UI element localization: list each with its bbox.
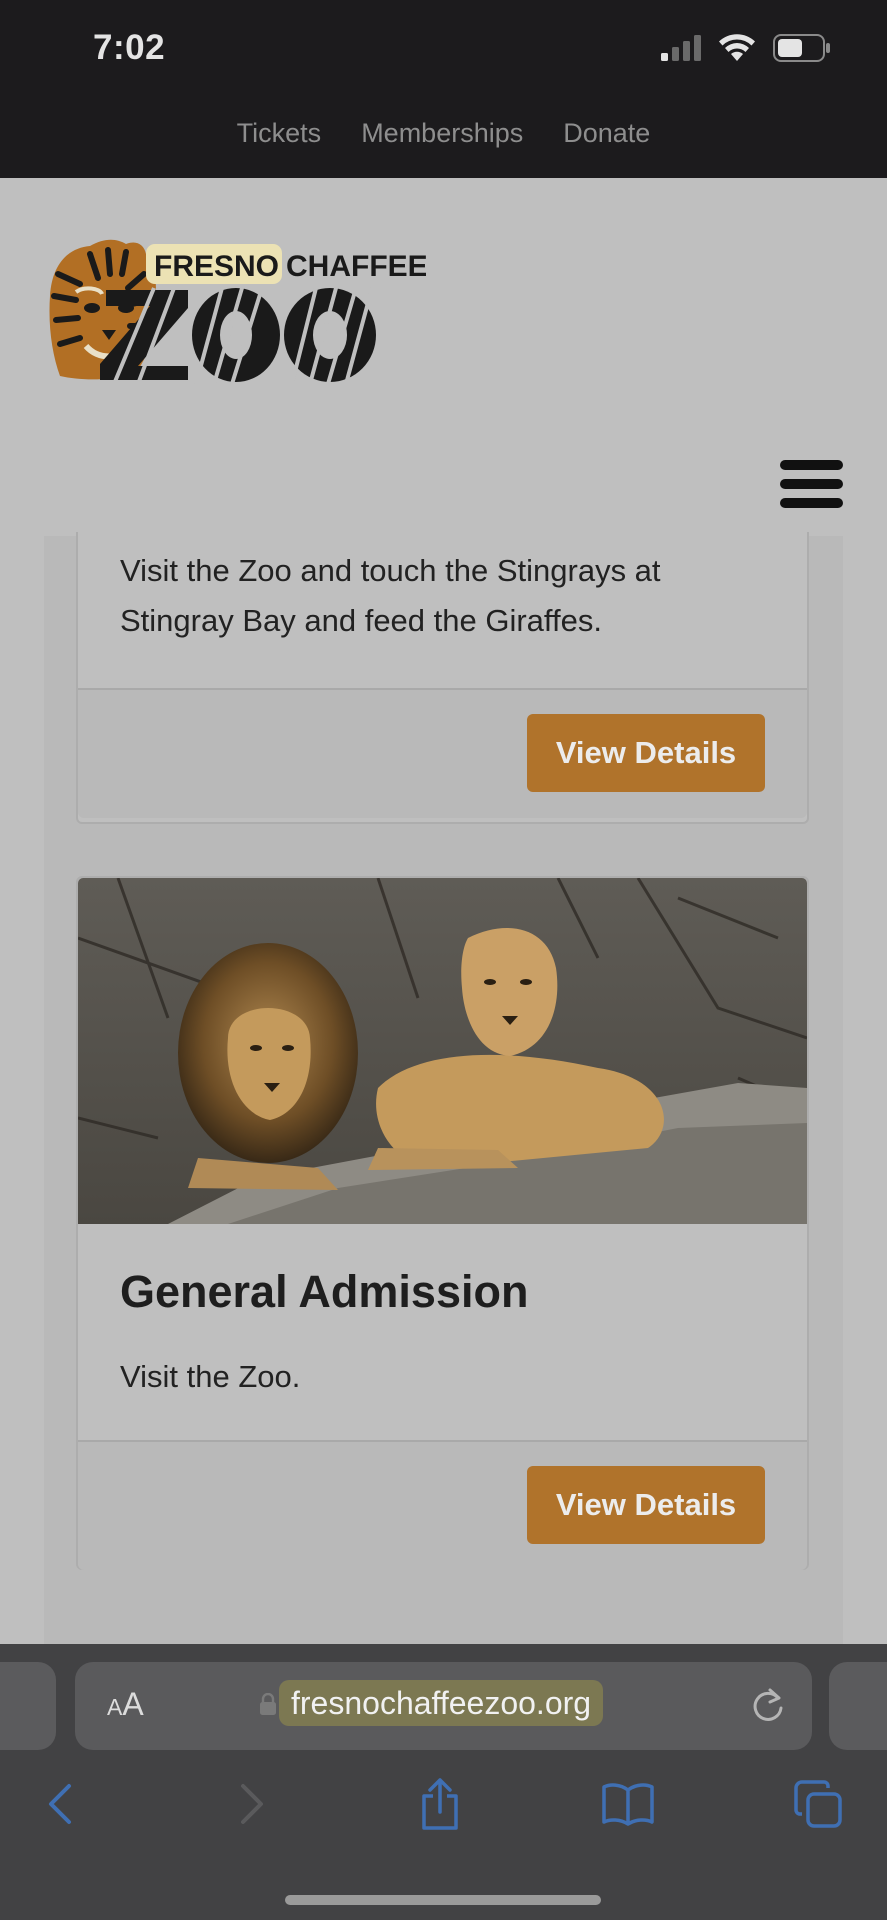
reader-settings-button[interactable]: AA [107, 1686, 144, 1723]
top-bar: 7:02 Tickets Memberships Donate [0, 0, 887, 178]
address-bar[interactable]: AA fresnochaffeezoo.org [75, 1662, 812, 1750]
hamburger-line [780, 498, 843, 508]
home-indicator [285, 1895, 601, 1905]
ticket-card-stingray-giraffe: Visit the Zoo and touch the Stingrays at… [76, 532, 809, 824]
reload-icon[interactable] [750, 1686, 786, 1724]
view-details-button[interactable]: View Details [527, 714, 765, 792]
back-icon[interactable] [30, 1774, 90, 1834]
fresno-chaffee-zoo-logo[interactable]: FRESNO CHAFFEE [46, 234, 426, 384]
next-tab-preview[interactable] [829, 1662, 887, 1750]
top-nav: Tickets Memberships Donate [0, 118, 887, 149]
hamburger-line [780, 460, 843, 470]
logo-chaffee-text: CHAFFEE [286, 250, 426, 283]
hamburger-line [780, 479, 843, 489]
card-description: Visit the Zoo and touch the Stingrays at… [120, 553, 661, 638]
tabs-icon[interactable] [788, 1774, 848, 1834]
card-footer: View Details [78, 688, 807, 818]
ticket-card-general-admission: General Admission Visit the Zoo. View De… [76, 876, 809, 1570]
logo-zoo-wordmark [100, 287, 376, 384]
cellular-signal-icon [661, 35, 701, 61]
ticket-list: Visit the Zoo and touch the Stingrays at… [44, 532, 843, 1644]
card-title: General Admission [120, 1266, 529, 1317]
battery-icon [773, 34, 830, 62]
card-footer: View Details [78, 1440, 807, 1570]
site-header: FRESNO CHAFFEE [0, 178, 887, 536]
browser-bottom-bar: AA fresnochaffeezoo.org [0, 1644, 887, 1920]
status-time: 7:02 [93, 28, 166, 67]
logo-fresno-text: FRESNO [154, 250, 279, 283]
forward-icon[interactable] [222, 1774, 282, 1834]
lion-and-lioness-photo [78, 878, 807, 1224]
share-icon[interactable] [410, 1774, 470, 1834]
status-icons [661, 34, 831, 62]
card-description: Visit the Zoo. [120, 1359, 301, 1394]
browser-toolbar [0, 1774, 887, 1844]
hamburger-menu-icon[interactable] [780, 460, 843, 508]
nav-link-tickets[interactable]: Tickets [237, 118, 322, 149]
url-text[interactable]: fresnochaffeezoo.org [279, 1680, 604, 1726]
nav-link-memberships[interactable]: Memberships [361, 118, 523, 149]
previous-tab-preview[interactable] [0, 1662, 56, 1750]
view-details-button[interactable]: View Details [527, 1466, 765, 1544]
lock-icon [260, 1693, 276, 1715]
wifi-icon [719, 34, 755, 61]
nav-link-donate[interactable]: Donate [563, 118, 650, 149]
bookmarks-icon[interactable] [598, 1774, 658, 1834]
